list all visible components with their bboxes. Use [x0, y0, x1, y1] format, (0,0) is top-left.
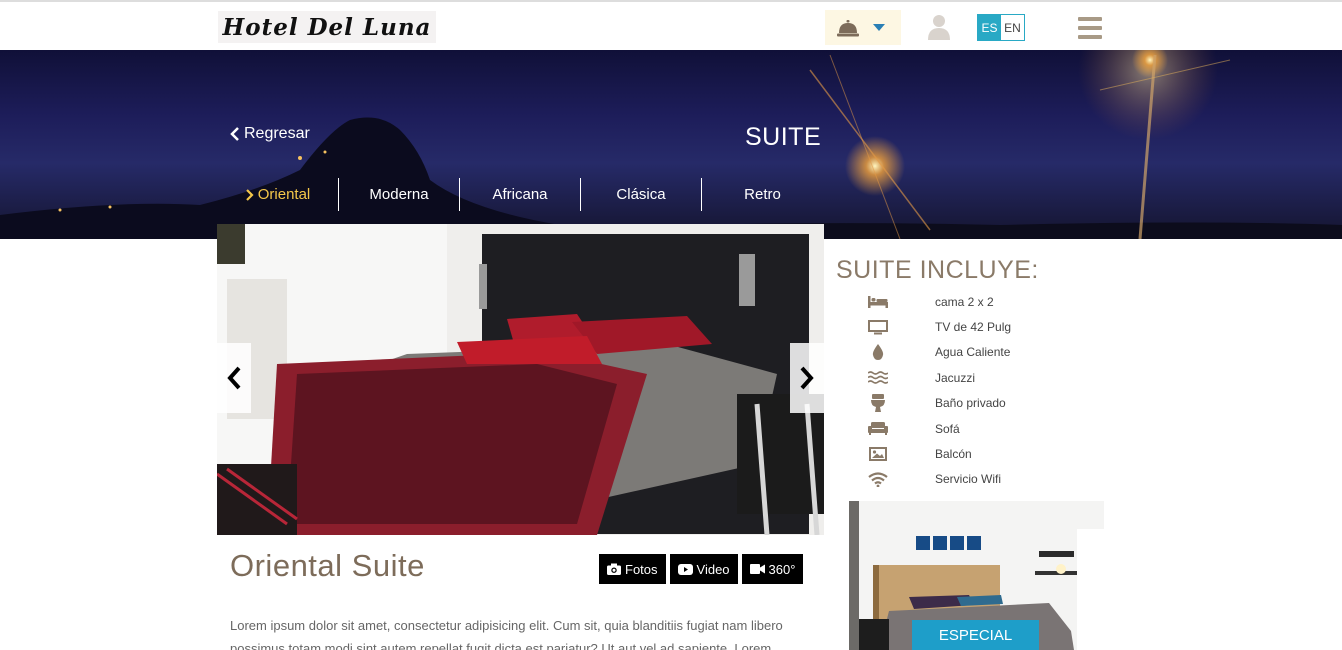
tab-moderna[interactable]: Moderna: [339, 178, 460, 211]
amenity-item: Servicio Wifi: [866, 467, 1106, 492]
view-360-label: 360°: [768, 561, 796, 577]
amenity-label: TV de 42 Pulg: [935, 320, 1012, 335]
lang-en-button[interactable]: EN: [1001, 15, 1024, 40]
amenity-item: TV de 42 Pulg: [866, 314, 1106, 339]
amenity-item: Balcón: [866, 441, 1106, 466]
top-navbar: Hotel Del Luna ES EN: [0, 0, 1342, 50]
tab-oriental[interactable]: Oriental: [218, 178, 339, 211]
special-offer-card[interactable]: ESPECIAL: [849, 501, 1104, 650]
wifi-icon: [866, 470, 890, 488]
tv-icon: [866, 318, 890, 336]
bed-icon: [866, 293, 890, 311]
amenity-item: cama 2 x 2: [866, 289, 1106, 314]
logo-text: Hotel Del Luna: [222, 13, 432, 41]
language-switcher: ES EN: [977, 14, 1025, 41]
chevron-left-icon: [230, 127, 239, 141]
tab-africana[interactable]: Africana: [460, 178, 581, 211]
camera-icon: [607, 563, 621, 575]
view-360-button[interactable]: 360°: [741, 554, 804, 584]
amenity-label: Balcón: [935, 447, 972, 462]
caret-down-icon: [873, 23, 885, 31]
amenities-list: cama 2 x 2 TV de 42 Pulg Agua Caliente J…: [866, 289, 1106, 492]
video-camera-icon: [749, 564, 765, 574]
photos-label: Fotos: [625, 561, 658, 577]
amenities-title: SUITE INCLUYE:: [836, 256, 1039, 284]
waves-icon: [866, 369, 890, 387]
tab-clasica[interactable]: Clásica: [581, 178, 702, 211]
suite-category-tabs: Oriental Moderna Africana Clásica Retro: [218, 178, 823, 211]
room-photo-carousel[interactable]: [217, 224, 824, 535]
media-buttons: Fotos Video 360°: [599, 554, 804, 584]
video-label: Video: [696, 561, 730, 577]
amenity-label: Sofá: [935, 421, 960, 436]
room-title: Oriental Suite: [230, 548, 425, 583]
hotel-logo[interactable]: Hotel Del Luna: [218, 11, 436, 43]
amenity-item: Agua Caliente: [866, 340, 1106, 365]
bell-icon: [837, 19, 859, 36]
tab-label: Retro: [744, 186, 781, 203]
amenity-item: Baño privado: [866, 391, 1106, 416]
tab-label: Oriental: [257, 186, 311, 203]
photos-button[interactable]: Fotos: [599, 554, 666, 584]
toilet-icon: [866, 394, 890, 413]
amenity-item: Sofá: [866, 416, 1106, 441]
carousel-prev-button[interactable]: [217, 343, 251, 413]
tab-retro[interactable]: Retro: [702, 178, 823, 211]
chevron-right-icon: [800, 366, 814, 390]
page-title: SUITE: [745, 123, 822, 151]
amenity-label: Jacuzzi: [935, 370, 976, 385]
carousel-next-button[interactable]: [790, 343, 824, 413]
image-icon: [866, 445, 890, 463]
hamburger-menu-icon[interactable]: [1078, 17, 1102, 39]
water-drop-icon: [866, 343, 890, 361]
amenity-label: Baño privado: [935, 396, 1006, 411]
room-photo: [217, 224, 824, 535]
amenity-label: cama 2 x 2: [935, 294, 994, 309]
chevron-right-icon: [245, 188, 254, 201]
video-button[interactable]: Video: [669, 554, 738, 584]
user-icon[interactable]: [928, 14, 950, 40]
lang-es-button[interactable]: ES: [978, 15, 1001, 40]
tab-label: Moderna: [369, 186, 429, 203]
amenity-label: Agua Caliente: [935, 345, 1011, 360]
youtube-icon: [677, 563, 693, 575]
reception-bell-dropdown[interactable]: [825, 10, 901, 45]
tab-label: Africana: [492, 186, 548, 203]
special-label: ESPECIAL: [912, 620, 1039, 650]
sofa-icon: [866, 420, 890, 438]
amenity-item: Jacuzzi: [866, 365, 1106, 390]
room-description: Lorem ipsum dolor sit amet, consectetur …: [230, 618, 783, 650]
tab-label: Clásica: [616, 186, 666, 203]
back-link-label: Regresar: [244, 125, 310, 142]
hero-banner: Regresar SUITE Oriental Moderna Africana…: [0, 50, 1342, 239]
chevron-left-icon: [227, 366, 241, 390]
back-link[interactable]: Regresar: [230, 125, 310, 143]
amenity-label: Servicio Wifi: [935, 472, 1002, 487]
